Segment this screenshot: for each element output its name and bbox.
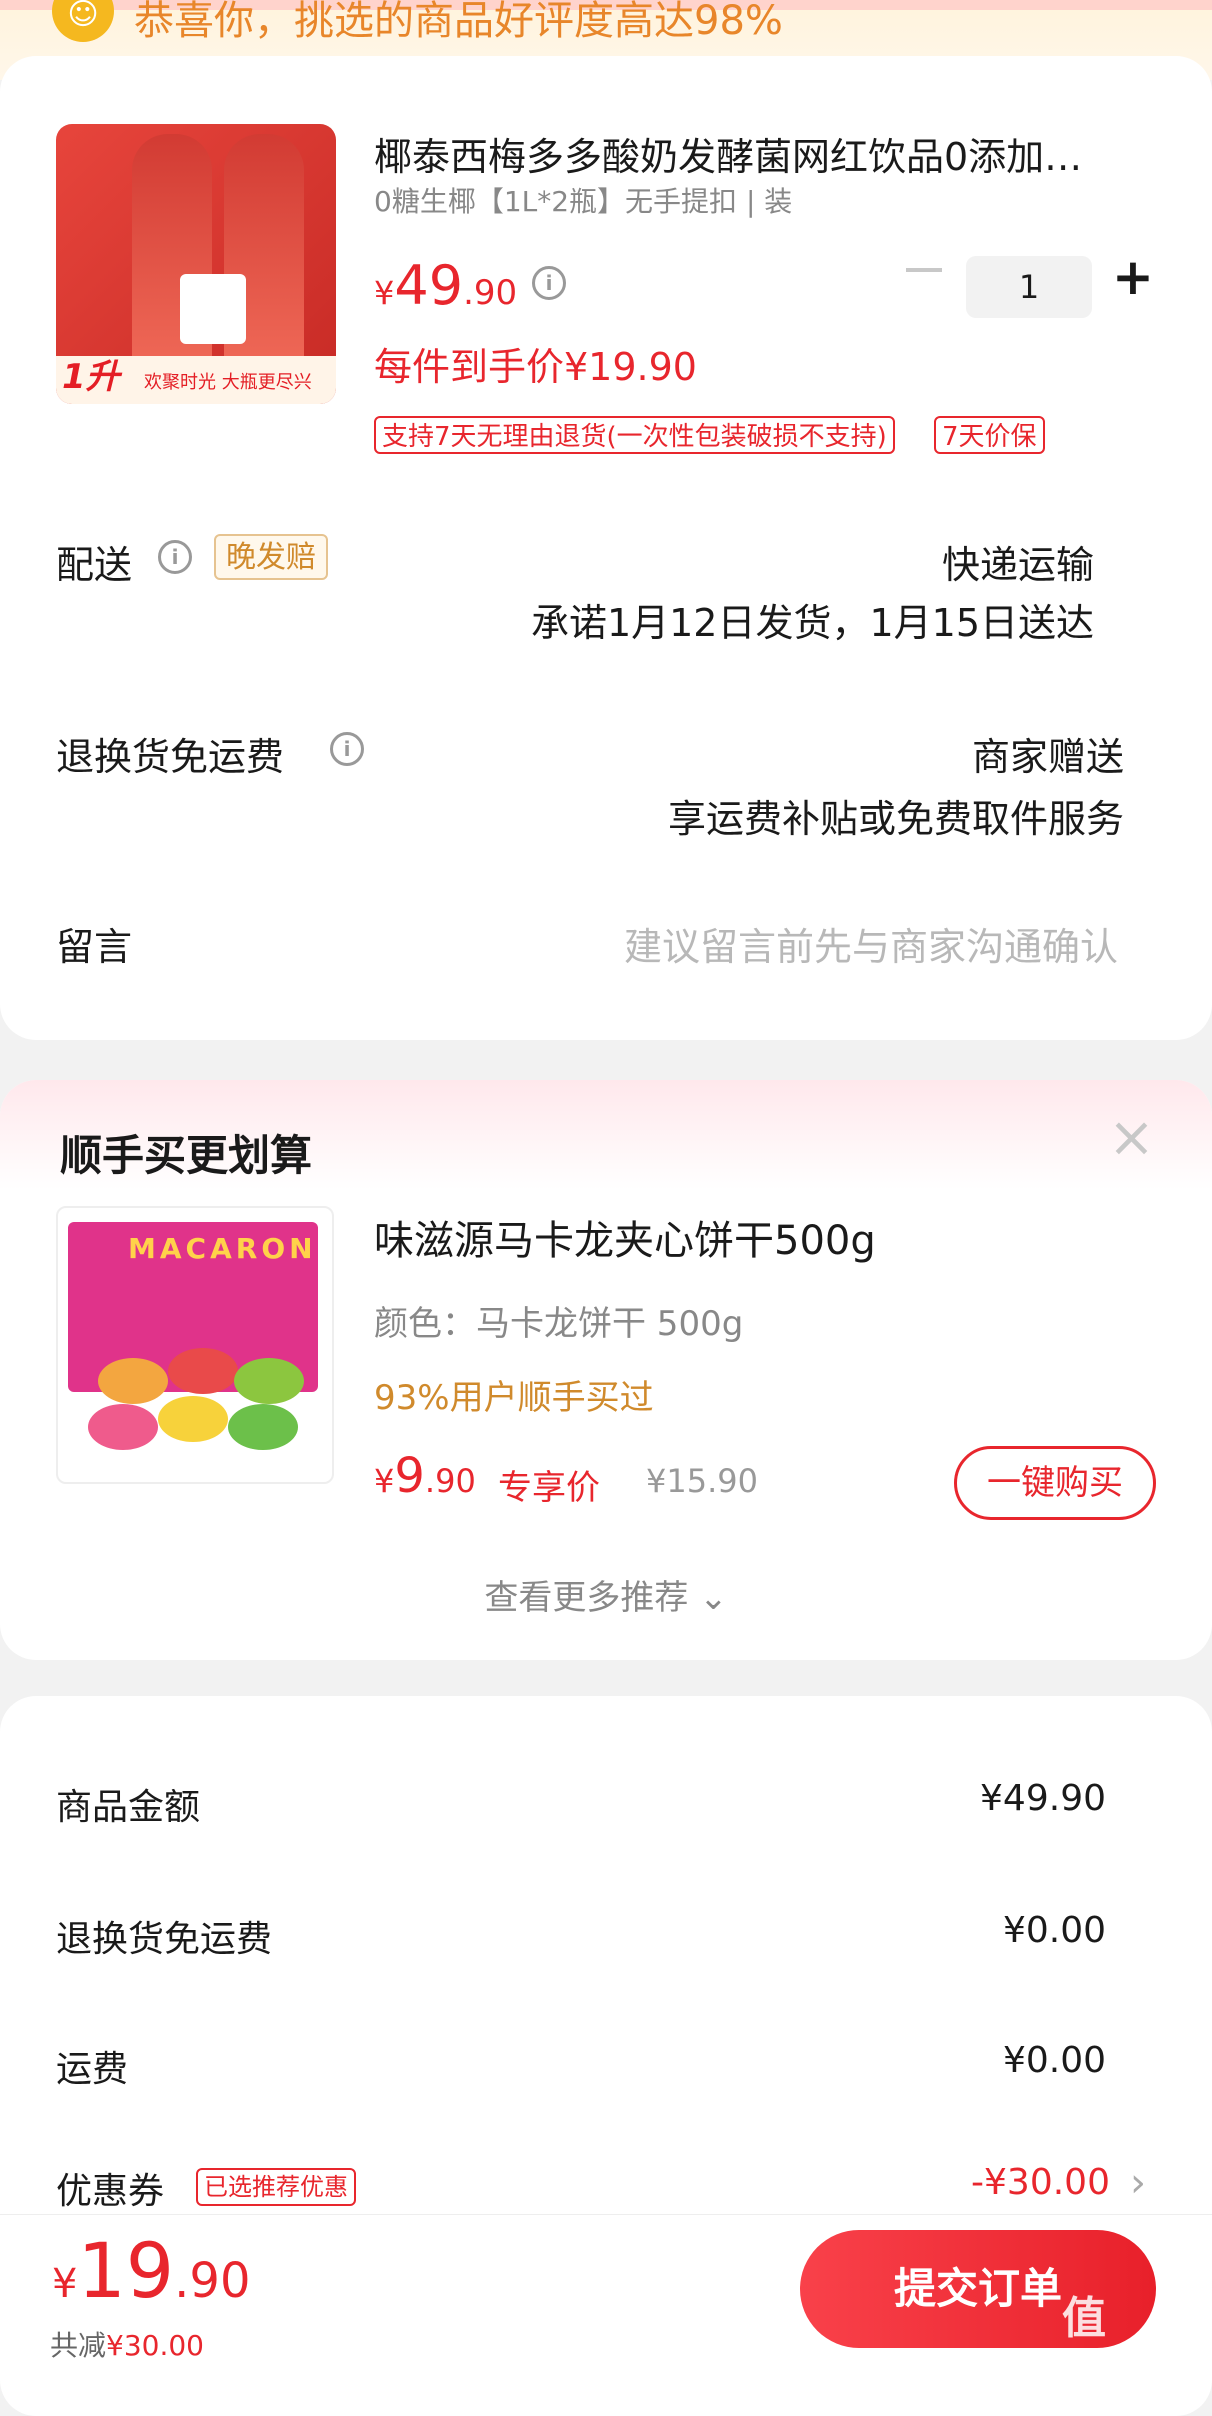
- chevron-right-icon[interactable]: ›: [1130, 2160, 1146, 2206]
- saving-value: ¥30.00: [106, 2329, 204, 2362]
- delivery-label: 配送: [56, 543, 133, 587]
- product-spec[interactable]: 0糖生椰【1L*2瓶】无手提扣 | 装: [374, 180, 792, 220]
- quantity-plus-button[interactable]: +: [1112, 252, 1154, 302]
- price-info-icon[interactable]: i: [532, 266, 566, 300]
- exclusive-price-label: 专享价: [498, 1468, 600, 1508]
- product-title[interactable]: 椰泰西梅多多酸奶发酵菌网红饮品0添加…: [374, 126, 1164, 181]
- recommend-item-hot: 93%用户顺手买过: [374, 1378, 654, 1418]
- rec-price-decimal: .90: [424, 1462, 476, 1500]
- smile-icon: ☺: [52, 0, 114, 42]
- total-integer: 19: [77, 2226, 175, 2315]
- price-currency: ¥: [374, 274, 395, 312]
- see-more-recommend-link[interactable]: 查看更多推荐 ⌄: [0, 1570, 1212, 1619]
- price-integer: 49: [394, 254, 464, 317]
- recommend-item-name[interactable]: 味滋源马卡龙夹心饼干500g: [374, 1208, 876, 1266]
- banner-text: 恭喜你，挑选的商品好评度高达98%: [134, 0, 783, 44]
- delivery-info-icon[interactable]: i: [158, 540, 192, 574]
- macaron-shape: [98, 1358, 168, 1404]
- one-click-buy-button[interactable]: 一键购买: [954, 1446, 1156, 1520]
- message-input[interactable]: 建议留言前先与商家沟通确认: [624, 916, 1118, 971]
- box-brand-text: MACARON: [128, 1232, 317, 1265]
- message-label: 留言: [56, 925, 133, 969]
- quantity-minus-button[interactable]: [906, 268, 942, 272]
- return-shipping-value: 商家赠送: [971, 735, 1124, 779]
- delivery-method[interactable]: 快递运输: [942, 534, 1094, 589]
- return-fee-value: ¥0.00: [1002, 1910, 1106, 1951]
- macaron-shape: [158, 1396, 228, 1442]
- watermark-logo: 值: [1062, 2293, 1106, 2344]
- return-shipping-label: 退换货免运费: [56, 735, 285, 779]
- quantity-input[interactable]: 1: [966, 256, 1092, 318]
- recommend-title: 顺手买更划算: [60, 1131, 313, 1180]
- shipping-fee-label: 运费: [56, 2049, 129, 2090]
- image-liter-text: 1升: [62, 357, 120, 397]
- coupon-badge: 已选推荐优惠: [196, 2168, 356, 2206]
- recommend-item-image[interactable]: MACARON: [56, 1206, 334, 1484]
- macaron-shape: [168, 1348, 238, 1394]
- total-currency: ¥: [52, 2261, 78, 2307]
- return-shipping-desc: 享运费补贴或免费取件服务: [667, 797, 1124, 841]
- saving-label: 共减: [50, 2329, 107, 2362]
- return-shipping-info-icon[interactable]: i: [330, 732, 364, 766]
- delivery-promise: 承诺1月12日发货，1月15日送达: [530, 601, 1094, 645]
- price-decimal: .90: [463, 273, 518, 313]
- rec-price-currency: ¥: [374, 1462, 395, 1500]
- goods-amount-label: 商品金额: [56, 1787, 201, 1828]
- price-protect-tag: 7天价保: [934, 416, 1045, 454]
- recommend-item-spec: 颜色：马卡龙饼干 500g: [374, 1304, 744, 1344]
- coupon-label: 优惠券: [56, 2171, 165, 2212]
- return-fee-label: 退换货免运费: [56, 1919, 273, 1960]
- product-image[interactable]: 1升 欢聚时光 大瓶更尽兴: [56, 124, 336, 404]
- original-price: ¥15.90: [646, 1462, 758, 1500]
- coconut-label: [180, 274, 246, 344]
- rec-price-integer: 9: [394, 1448, 425, 1504]
- coupon-value[interactable]: -¥30.00: [971, 2162, 1110, 2203]
- macaron-shape: [228, 1404, 298, 1450]
- late-compensation-badge: 晚发赔: [214, 534, 328, 580]
- total-price: ¥19.90: [52, 2226, 251, 2315]
- macaron-shape: [88, 1404, 158, 1450]
- macaron-shape: [234, 1358, 304, 1404]
- return-policy-tag: 支持7天无理由退货(一次性包装破损不支持): [374, 416, 895, 454]
- recommend-item-price: ¥9.90: [374, 1448, 476, 1504]
- total-decimal: .90: [174, 2253, 251, 2309]
- goods-amount-value: ¥49.90: [980, 1778, 1106, 1819]
- total-saving: 共减¥30.00: [50, 2324, 204, 2364]
- shipping-fee-value: ¥0.00: [1002, 2040, 1106, 2081]
- net-price: 每件到手价¥19.90: [374, 345, 697, 389]
- close-icon[interactable]: ×: [1108, 1110, 1155, 1166]
- image-slogan: 欢聚时光 大瓶更尽兴: [144, 372, 312, 393]
- product-price: ¥49.90: [374, 254, 517, 317]
